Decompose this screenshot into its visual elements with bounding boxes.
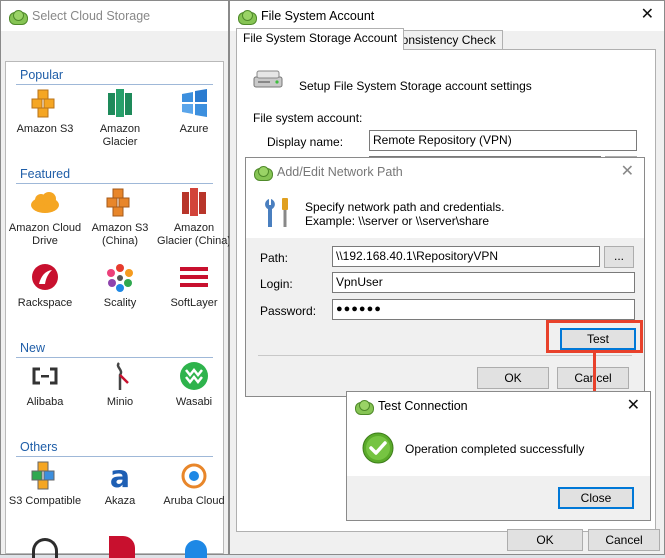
tile-alibaba[interactable]: Alibaba [8, 361, 82, 409]
path-field[interactable]: \\192.168.40.1\RepositoryVPN [332, 246, 600, 267]
cloud-app-icon [9, 9, 28, 25]
section-others: Others [20, 440, 58, 454]
window-title: Select Cloud Storage [32, 9, 151, 23]
highlight-box [546, 320, 643, 353]
tile-aruba-cloud[interactable]: Aruba Cloud [157, 460, 231, 508]
section-divider [16, 183, 213, 184]
cloud-app-icon [355, 399, 374, 415]
aruba-cloud-icon [178, 460, 210, 490]
dialog-title: Add/Edit Network Path [277, 165, 403, 179]
partial-storage-icon [185, 540, 207, 558]
info-line-2: Example: \\server or \\server\share [305, 214, 490, 228]
rackspace-icon [29, 262, 61, 292]
login-field[interactable]: VpnUser [332, 272, 635, 293]
display-name-field[interactable]: Remote Repository (VPN) [369, 130, 637, 151]
section-featured: Featured [20, 167, 71, 181]
akaza-icon: a [104, 460, 136, 495]
section-new: New [20, 341, 46, 355]
tile-amazon-s3[interactable]: Amazon S3 [8, 88, 82, 136]
cloud-app-icon [254, 165, 273, 181]
password-field[interactable]: ●●●●●● [332, 299, 635, 320]
tile-wasabi[interactable]: Wasabi [157, 361, 231, 409]
tile-s3-compatible[interactable]: S3 Compatible [8, 460, 82, 508]
s3-compatible-icon [29, 460, 61, 490]
tile-softlayer[interactable]: SoftLayer [157, 262, 231, 310]
result-message: Operation completed successfully [405, 442, 585, 456]
test-connection-dialog: Test Connection ✕ Operation completed su… [346, 391, 651, 521]
amazon-glacier-china-icon [178, 187, 210, 217]
tile-scality[interactable]: Scality [83, 262, 157, 310]
password-label: Password: [260, 304, 317, 318]
amazon-s3-china-icon [104, 187, 136, 217]
browse-button[interactable]: ... [604, 246, 634, 268]
network-path-titlebar: Add/Edit Network Path ✕ [246, 158, 644, 186]
amazon-s3-icon [29, 88, 61, 118]
tile-amazon-glacier-china[interactable]: Amazon Glacier (China) [157, 187, 231, 248]
tile-azure[interactable]: Azure [157, 88, 231, 136]
tile-rackspace[interactable]: Rackspace [8, 262, 82, 310]
section-popular: Popular [20, 68, 64, 82]
amazon-cloud-drive-icon [29, 187, 61, 217]
success-check-icon [362, 432, 394, 464]
close-icon[interactable]: ✕ [641, 7, 654, 23]
tile-minio[interactable]: Minio [83, 361, 157, 409]
ok-button[interactable]: OK [477, 367, 549, 389]
info-line-1: Specify network path and credentials. [305, 200, 505, 214]
cloud-app-icon [238, 9, 257, 25]
hard-drive-icon [253, 68, 283, 94]
setup-description: Setup File System Storage account settin… [299, 79, 532, 93]
azure-icon [178, 88, 210, 118]
test-connection-titlebar: Test Connection ✕ [347, 392, 650, 420]
tile-amazon-s3-china[interactable]: Amazon S3 (China) [83, 187, 157, 248]
alibaba-icon [29, 361, 61, 391]
select-cloud-storage-window: Select Cloud Storage Popular Amazon S3 A… [0, 0, 231, 558]
file-system-account-titlebar: File System Account ✕ [230, 1, 664, 31]
section-divider [16, 84, 213, 85]
separator [258, 355, 632, 356]
scality-icon [104, 262, 136, 292]
display-name-label: Display name: [267, 135, 344, 149]
add-edit-network-path-dialog: Add/Edit Network Path ✕ Specify network … [245, 157, 645, 397]
tile-amazon-glacier[interactable]: Amazon Glacier [83, 88, 157, 149]
file-system-account-label: File system account: [253, 111, 363, 125]
info-banner: Specify network path and credentials. Ex… [246, 186, 644, 238]
partial-storage-icon [32, 538, 58, 558]
softlayer-icon [178, 262, 210, 292]
minio-icon [104, 361, 136, 391]
dialog-title: Test Connection [378, 399, 468, 413]
svg-text:a: a [110, 460, 130, 490]
tile-amazon-cloud-drive[interactable]: Amazon Cloud Drive [8, 187, 82, 248]
ok-button[interactable]: OK [507, 529, 583, 551]
tile-akaza[interactable]: a Akaza [83, 460, 157, 508]
cancel-button[interactable]: Cancel [588, 529, 660, 551]
close-button[interactable]: Close [558, 487, 634, 509]
amazon-glacier-icon [104, 88, 136, 118]
window-title: File System Account [261, 9, 375, 23]
section-divider [16, 456, 213, 457]
tools-icon [260, 196, 296, 230]
close-icon[interactable]: ✕ [621, 164, 634, 180]
dialog-footer: Close [347, 476, 650, 520]
tab-file-system-storage-account[interactable]: File System Storage Account [236, 28, 405, 50]
login-label: Login: [260, 277, 293, 291]
path-label: Path: [260, 251, 289, 265]
close-icon[interactable]: ✕ [627, 398, 640, 414]
select-cloud-storage-titlebar: Select Cloud Storage [1, 1, 228, 31]
wasabi-icon [178, 361, 210, 391]
section-divider [16, 357, 213, 358]
storage-list-panel: Popular Amazon S3 Amazon Glacier Azure F… [5, 61, 231, 558]
